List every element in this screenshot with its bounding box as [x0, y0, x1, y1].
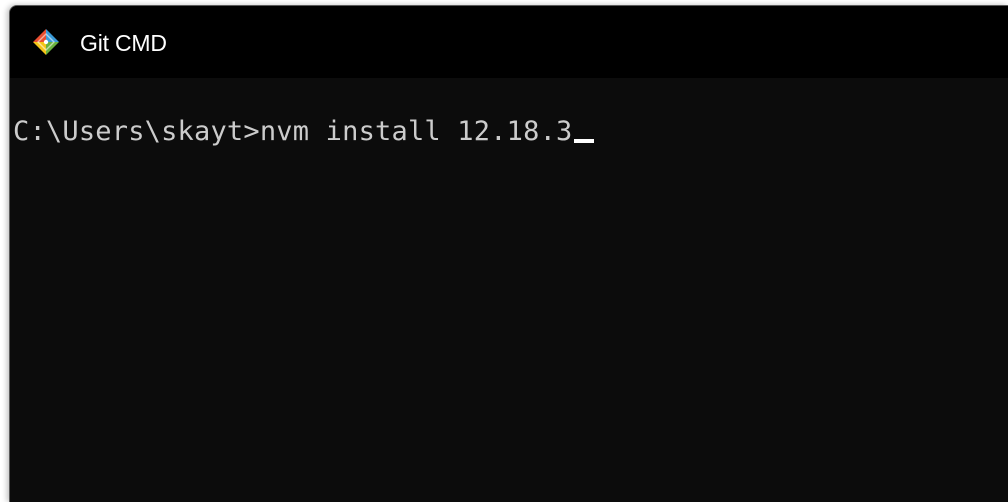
title-bar[interactable]: Git CMD [10, 6, 1008, 78]
git-logo-icon [32, 28, 60, 56]
prompt-text: C:\Users\skayt> [13, 116, 260, 147]
text-cursor [573, 139, 594, 143]
console-area[interactable]: C:\Users\skayt>nvm install 12.18.3 [10, 78, 1008, 502]
command-text: nvm install 12.18.3 [259, 116, 573, 147]
command-line: C:\Users\skayt>nvm install 12.18.3 [13, 116, 594, 147]
window-title: Git CMD [80, 30, 167, 56]
terminal-window: Git CMD C:\Users\skayt>nvm install 12.18… [9, 5, 1008, 502]
